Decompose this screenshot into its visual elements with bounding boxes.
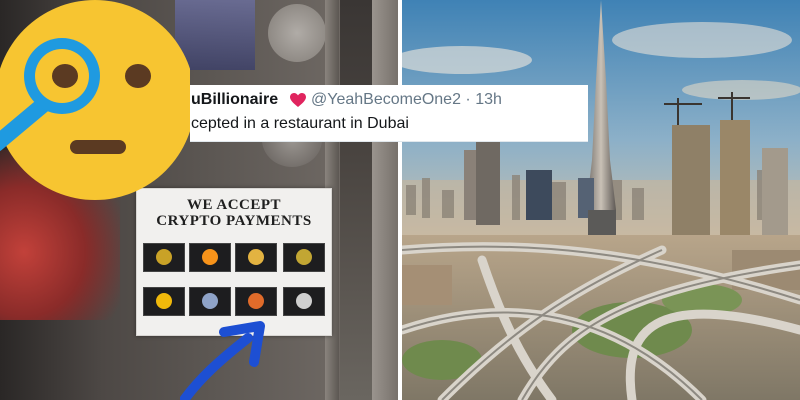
dubai-skyline-photo [402, 0, 800, 400]
sign-title-line2: CRYPTO PAYMENTS [156, 213, 312, 229]
shiba-icon [248, 293, 264, 309]
tweet-text: cepted in a restaurant in Dubai [191, 115, 409, 132]
restaurant-window-photo: WE ACCEPT CRYPTO PAYMENTS [0, 0, 398, 400]
coin-icon [296, 293, 312, 309]
window-sticker [268, 4, 326, 62]
dogecoin-icon [296, 249, 312, 265]
coin-icon [202, 293, 218, 309]
coin-logo [235, 243, 277, 272]
coin-logo [283, 243, 325, 272]
window-frame-bar [372, 0, 398, 400]
coin-logo [189, 243, 231, 272]
bitcoin-icon [202, 249, 218, 265]
coin-icon [248, 249, 264, 265]
coin-logo [283, 287, 325, 316]
coin-logo [189, 287, 231, 316]
coin-logo [235, 287, 277, 316]
coin-icon [156, 293, 172, 309]
coin-logo [143, 287, 185, 316]
red-heart-icon [290, 93, 306, 107]
tweet-handle-and-time: @YeahBecomeOne2 · 13h [311, 91, 502, 108]
tweet-display-name: uBillionaire [191, 91, 279, 108]
crypto-payments-sign: WE ACCEPT CRYPTO PAYMENTS [136, 188, 332, 336]
coin-logo [143, 243, 185, 272]
tweet-snippet: uBillionaire @YeahBecomeOne2 · 13h cepte… [190, 85, 588, 142]
coin-icon [156, 249, 172, 265]
blue-arrow-icon [180, 321, 265, 400]
face-with-monocle-emoji-icon [0, 0, 190, 200]
